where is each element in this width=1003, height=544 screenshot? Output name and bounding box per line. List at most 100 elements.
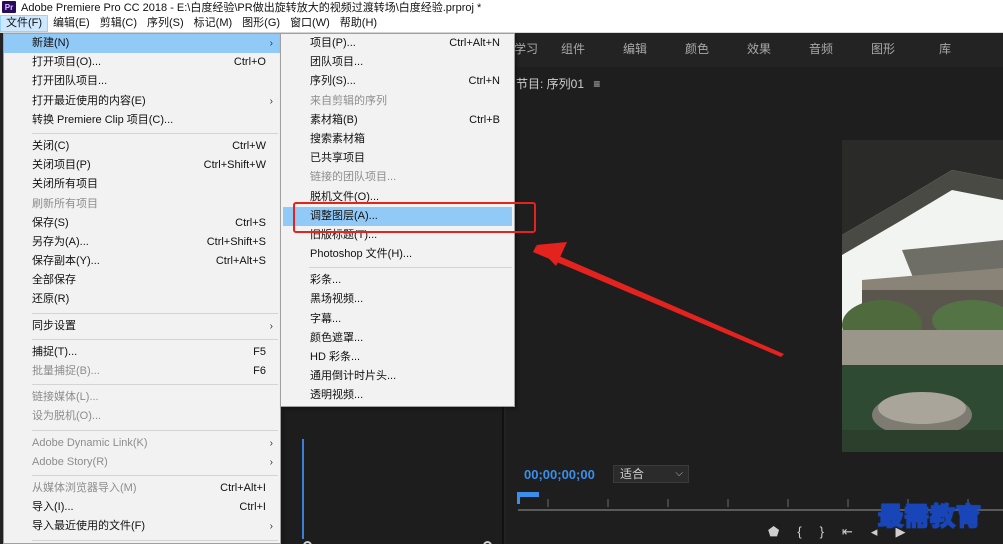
file-menu-item-0-0[interactable]: 新建(N) › [4,34,280,54]
menu-item-label: 搜索素材箱 [310,132,365,145]
new-submenu-item-0-4[interactable]: 素材箱(B) Ctrl+B [281,111,514,130]
menu-item-label: 设为脱机(O)... [32,410,102,423]
menu-separator [32,539,278,541]
program-monitor-title[interactable]: 节目: 序列01 ≡ [516,75,600,92]
new-submenu-item-0-0[interactable]: 项目(P)... Ctrl+Alt+N [281,34,514,53]
menu-item-label: 脱机文件(O)... [310,190,380,203]
menu-item-label: 导入(I)... [32,501,74,514]
hamburger-icon[interactable]: ≡ [593,77,600,91]
menu-item-label: 关闭所有项目 [32,178,98,191]
annotation-highlight-box [293,202,536,233]
file-menu-item-3-0[interactable]: 捕捉(T)... F5 [4,343,280,362]
menu-item-label: 黑场视频... [310,293,364,306]
new-submenu-item-0-5[interactable]: 搜索素材箱 [281,130,514,149]
new-submenu-item-1-0[interactable]: 彩条... [281,271,514,290]
workspace-tab-5[interactable]: 音频 [790,40,852,57]
shortcut-label: Ctrl+I [239,501,266,514]
mark-in-icon[interactable]: { [797,524,801,540]
file-menu-item-6-0: 从媒体浏览器导入(M) Ctrl+Alt+I [4,479,280,498]
new-submenu-item-1-6[interactable]: 透明视频... [281,386,514,405]
zoom-fit-dropdown[interactable]: 适合 ⌵ [613,465,689,483]
menu-item-label: 保存(S) [32,216,69,229]
workspace-tab-1[interactable]: 组件 [542,40,604,57]
menu-7[interactable]: 帮助(H) [335,15,382,32]
shortcut-label: Ctrl+Alt+N [449,37,500,49]
shortcut-label: Ctrl+W [232,139,266,152]
file-menu-item-1-6[interactable]: 保存副本(Y)... Ctrl+Alt+S [4,252,280,271]
new-submenu-item-0-2[interactable]: 序列(S)... Ctrl+N [281,72,514,91]
menu-separator [32,312,278,314]
new-submenu-item-1-1[interactable]: 黑场视频... [281,290,514,309]
new-submenu-item-0-11[interactable]: Photoshop 文件(H)... [281,245,514,264]
file-menu-item-0-4[interactable]: 转换 Premiere Clip 项目(C)... [4,111,280,130]
menu-separator [32,338,278,340]
menu-0[interactable]: 文件(F) [0,14,49,32]
menu-4[interactable]: 标记(M) [189,15,238,32]
file-menu-item-1-7[interactable]: 全部保存 [4,271,280,290]
new-submenu-item-0-7: 链接的团队项目... [281,168,514,187]
shortcut-label: Ctrl+O [233,56,266,69]
workspace-tab-6[interactable]: 图形 [852,40,914,57]
workspace-tab-3[interactable]: 颜色 [666,40,728,57]
menu-item-label: 批量捕捉(B)... [32,365,100,377]
file-menu-item-0-1[interactable]: 打开项目(O)... Ctrl+O [4,53,280,72]
menu-5[interactable]: 图形(G) [237,15,285,32]
menu-item-label: 链接媒体(L)... [32,391,99,404]
workspace-tab-7[interactable]: 库 [914,40,976,57]
workspace-tab-2[interactable]: 编辑 [604,40,666,57]
menu-3[interactable]: 序列(S) [142,15,189,32]
menu-separator [32,132,278,134]
menu-bar: 文件(F) 编辑(E) 剪辑(C) 序列(S) 标记(M) 图形(G) 窗口(W) 帮助(H) [0,14,1003,33]
step-back-icon[interactable]: ◂ [871,524,878,540]
file-menu-item-1-4[interactable]: 保存(S) Ctrl+S [4,214,280,233]
menu-1[interactable]: 编辑(E) [48,15,95,32]
menu-separator [309,267,512,269]
menu-item-label: 彩条... [310,274,342,287]
watermark-logo: 最需教育 [877,501,983,532]
menu-item-label: 字幕... [310,312,342,325]
shortcut-label: Ctrl+N [468,75,500,88]
file-menu-item-1-0[interactable]: 关闭(C) Ctrl+W [4,137,280,156]
new-submenu-item-1-3[interactable]: 颜色遮罩... [281,329,514,348]
file-menu-item-2-0[interactable]: 同步设置 › [4,317,280,336]
workspace-tab-4[interactable]: 效果 [728,40,790,57]
file-menu-item-6-1[interactable]: 导入(I)... Ctrl+I [4,498,280,517]
menu-item-label: 打开项目(O)... [32,56,102,69]
timecode-display[interactable]: 00;00;00;00 [524,467,595,482]
add-marker-icon[interactable]: ⬟ [768,524,779,540]
menu-item-label: 捕捉(T)... [32,345,78,358]
file-menu-item-0-2[interactable]: 打开团队项目... [4,72,280,91]
shortcut-label: Ctrl+Alt+S [215,255,266,268]
menu-item-label: 颜色遮罩... [310,331,364,344]
menu-separator [32,429,278,431]
menu-item-label: 素材箱(B) [310,113,358,126]
new-submenu-item-1-5[interactable]: 通用倒计时片头... [281,367,514,386]
file-menu-item-1-1[interactable]: 关闭项目(P) Ctrl+Shift+W [4,156,280,175]
menu-item-label: 另存为(A)... [32,235,89,248]
playhead-icon[interactable] [516,492,540,504]
menu-item-label: 还原(R) [32,293,70,306]
menu-separator [32,474,278,476]
file-menu-item-3-1: 批量捕捉(B)... F6 [4,362,280,381]
file-menu-item-0-3[interactable]: 打开最近使用的内容(E) › [4,92,280,111]
file-menu-item-1-2[interactable]: 关闭所有项目 [4,175,280,194]
new-submenu-item-1-4[interactable]: HD 彩条... [281,348,514,367]
new-submenu-item-0-1[interactable]: 团队项目... [281,53,514,72]
new-submenu-item-1-2[interactable]: 字幕... [281,310,514,329]
menu-6[interactable]: 窗口(W) [285,15,335,32]
menu-item-label: 打开最近使用的内容(E) [32,94,146,107]
menu-item-label: 新建(N) [32,37,70,49]
file-menu-item-4-1: 设为脱机(O)... [4,407,280,426]
shortcut-label: Ctrl+Shift+S [206,235,266,248]
new-submenu-item-0-6[interactable]: 已共享项目 [281,149,514,168]
menu-item-label: 透明视频... [310,389,364,402]
mark-out-icon[interactable]: } [820,524,824,540]
file-menu-item-4-0: 链接媒体(L)... [4,388,280,407]
menu-item-label: 通用倒计时片头... [310,370,397,383]
file-menu-item-1-5[interactable]: 另存为(A)... Ctrl+Shift+S [4,233,280,252]
file-menu-item-6-2[interactable]: 导入最近使用的文件(F) › [4,517,280,536]
new-submenu-item-0-3: 来自剪辑的序列 [281,92,514,111]
file-menu-item-1-8[interactable]: 还原(R) [4,290,280,309]
go-to-in-icon[interactable]: ⇤ [842,524,853,540]
menu-2[interactable]: 剪辑(C) [95,15,142,32]
